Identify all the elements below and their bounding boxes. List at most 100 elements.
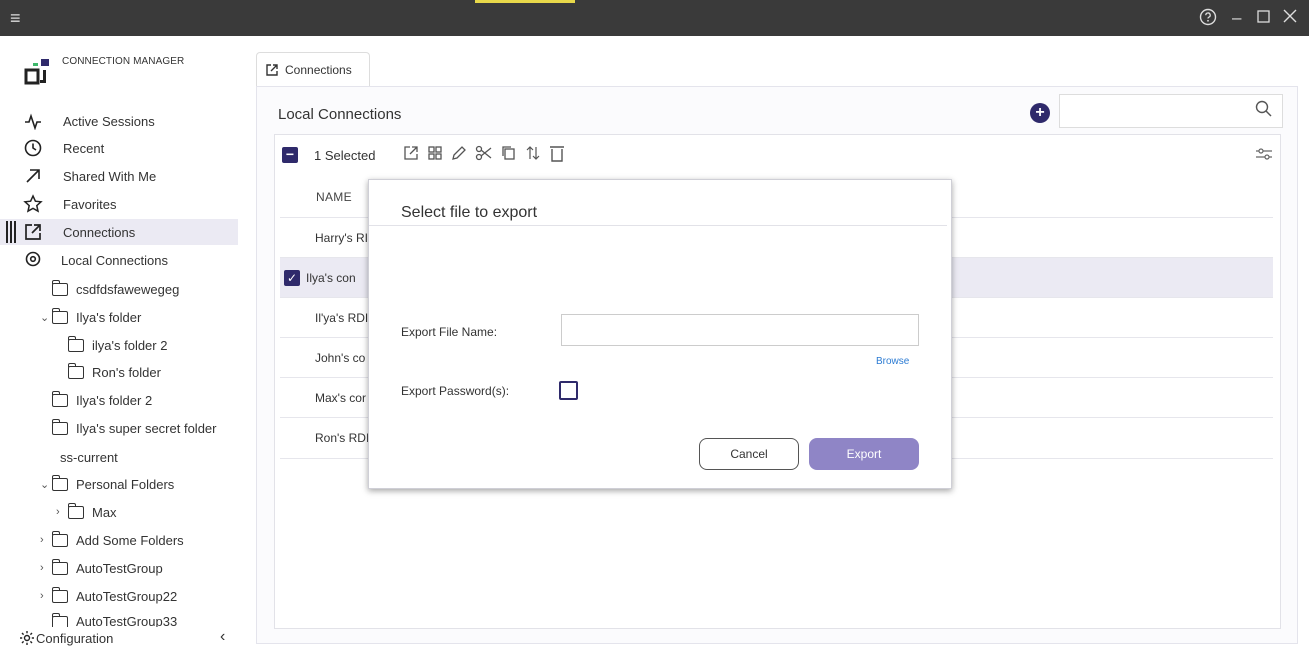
open-icon[interactable]: [403, 145, 419, 166]
folder-icon: [52, 613, 68, 627]
tree-folder[interactable]: ilya's folder 2: [67, 333, 168, 357]
copy-icon[interactable]: [501, 145, 517, 166]
tree-item[interactable]: ss-current: [60, 445, 118, 469]
chevron-down-icon[interactable]: ⌄: [40, 311, 50, 324]
nav-connections[interactable]: Connections: [0, 219, 238, 245]
folder-icon: [51, 279, 68, 296]
export-dialog: Select file to export Export File Name: …: [368, 179, 952, 489]
activity-icon: [22, 110, 44, 132]
browse-link[interactable]: Browse: [876, 356, 909, 367]
cut-icon[interactable]: [475, 145, 493, 166]
nav-label: Connections: [63, 224, 136, 240]
delete-icon[interactable]: [549, 144, 565, 167]
folder-icon: [51, 418, 68, 435]
edit-pencil-icon[interactable]: [451, 145, 467, 166]
row-name: Max's cor: [315, 391, 366, 405]
move-icon[interactable]: [525, 145, 541, 166]
tree-label: Ron's folder: [92, 364, 161, 380]
folder-icon: [67, 502, 84, 519]
selection-toolbar: − 1 Selected: [282, 142, 565, 168]
sidebar: CONNECTION MANAGER Active Sessions Recen…: [0, 36, 238, 652]
tab-label: Connections: [285, 63, 352, 77]
folder-icon: [67, 362, 84, 379]
external-link-icon: [22, 221, 44, 243]
tree-label: ss-current: [60, 449, 118, 465]
external-link-icon: [265, 63, 279, 77]
nav-active-sessions[interactable]: Active Sessions: [0, 108, 238, 134]
folder-icon: [51, 307, 68, 324]
nav-label: Recent: [63, 140, 105, 156]
close-icon[interactable]: [1283, 8, 1297, 28]
tree-label: Personal Folders: [76, 476, 175, 492]
page-title: Local Connections: [278, 106, 402, 123]
tree-folder[interactable]: › Max: [56, 500, 117, 524]
clock-icon: [22, 137, 44, 159]
nav-shared-with-me[interactable]: Shared With Me: [0, 163, 238, 189]
tree-folder[interactable]: › AutoTestGroup: [40, 556, 163, 580]
active-indicator-icon: [6, 221, 16, 243]
gear-icon: [19, 630, 35, 649]
tree-folder[interactable]: csdfdsfawewegeg: [51, 277, 180, 301]
nav-label: Local Connections: [61, 252, 168, 268]
nav-label: Favorites: [63, 196, 117, 212]
title-highlight: [475, 0, 575, 3]
maximize-icon[interactable]: [1257, 8, 1271, 28]
tree-label: Add Some Folders: [76, 532, 184, 548]
tree-label: Max: [92, 504, 117, 520]
search-input[interactable]: [1059, 94, 1283, 128]
tree-folder[interactable]: ⌄ Ilya's folder: [40, 305, 141, 329]
dialog-divider: [369, 225, 947, 226]
tree-folder[interactable]: Ilya's super secret folder: [51, 416, 217, 440]
chevron-right-icon[interactable]: ›: [40, 562, 50, 574]
export-file-name-input[interactable]: [561, 314, 919, 346]
grid-icon[interactable]: [427, 145, 443, 166]
tree-folder[interactable]: AutoTestGroup33: [52, 611, 177, 627]
add-connection-button[interactable]: +: [1030, 103, 1050, 123]
row-name: John's co: [315, 351, 366, 365]
tree-folder[interactable]: › AutoTestGroup22: [40, 584, 177, 608]
nav-local-connections[interactable]: Local Connections: [0, 247, 238, 273]
folder-icon: [51, 530, 68, 547]
location-pin-icon: [22, 249, 44, 271]
configuration-label: Configuration: [36, 631, 114, 646]
tree-label: Ilya's folder 2: [76, 392, 153, 408]
chevron-right-icon[interactable]: ›: [56, 506, 66, 518]
app-logo-icon: [24, 59, 49, 85]
tree-folder[interactable]: ⌄ Personal Folders: [40, 472, 174, 496]
tree-folder[interactable]: › Add Some Folders: [40, 528, 184, 552]
nav-label: Active Sessions: [63, 113, 155, 129]
tree-label: Ilya's super secret folder: [76, 420, 217, 436]
chevron-right-icon[interactable]: ›: [40, 534, 50, 546]
tree-label: csdfdsfawewegeg: [76, 281, 180, 297]
row-name: Ron's RDI: [315, 431, 370, 445]
hamburger-menu-icon[interactable]: ≡: [10, 9, 21, 27]
help-icon[interactable]: [1199, 8, 1217, 31]
nav-favorites[interactable]: Favorites: [0, 191, 238, 217]
nav-recent[interactable]: Recent: [0, 135, 238, 161]
filter-settings-icon[interactable]: [1255, 147, 1273, 163]
select-all-checkbox[interactable]: −: [282, 147, 298, 163]
selected-count: 1 Selected: [314, 147, 376, 163]
tree-label: ilya's folder 2: [92, 337, 168, 353]
export-button[interactable]: Export: [809, 438, 919, 470]
chevron-right-icon[interactable]: ›: [40, 590, 50, 602]
configuration-button[interactable]: Configuration ‹: [0, 628, 238, 652]
export-passwords-checkbox[interactable]: [559, 381, 578, 400]
tree-folder[interactable]: Ilya's folder 2: [51, 388, 153, 412]
nav-label: Shared With Me: [63, 168, 157, 184]
row-name: Ilya's con: [306, 271, 356, 285]
tree-folder[interactable]: Ron's folder: [67, 360, 161, 384]
row-checkbox[interactable]: ✓: [284, 270, 300, 286]
tree-label: AutoTestGroup22: [76, 588, 178, 604]
tree-label: AutoTestGroup: [76, 560, 163, 576]
cancel-button[interactable]: Cancel: [699, 438, 799, 470]
minimize-icon[interactable]: –: [1232, 8, 1241, 28]
export-file-name-label: Export File Name:: [401, 325, 498, 339]
collapse-sidebar-icon[interactable]: ‹: [220, 628, 225, 646]
search-icon[interactable]: [1255, 100, 1272, 122]
star-icon: [22, 193, 44, 215]
column-header-name[interactable]: NAME: [316, 190, 352, 204]
tab-connections[interactable]: Connections: [256, 52, 370, 87]
chevron-down-icon[interactable]: ⌄: [40, 478, 50, 491]
export-passwords-label: Export Password(s):: [401, 384, 510, 398]
